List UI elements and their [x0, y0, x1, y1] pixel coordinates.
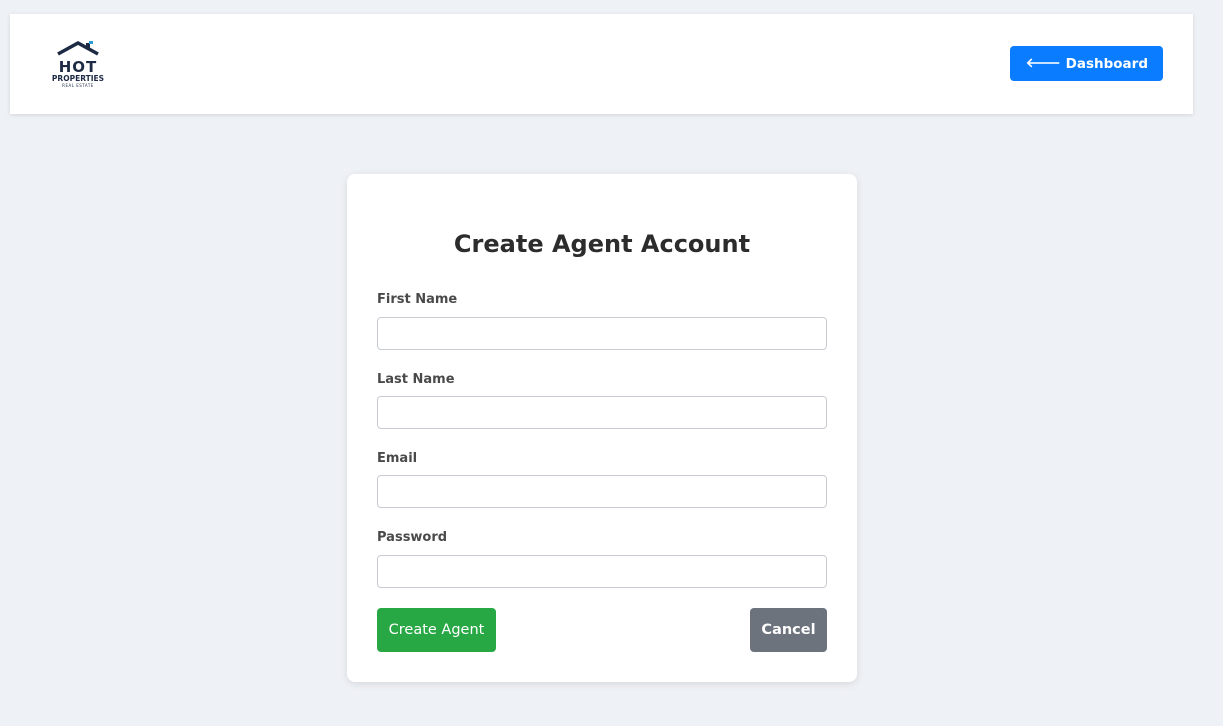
- password-label: Password: [377, 530, 448, 545]
- last-name-input[interactable]: [377, 396, 827, 429]
- first-name-label: First Name: [377, 292, 458, 307]
- create-agent-button[interactable]: Create Agent: [377, 608, 496, 652]
- last-name-label: Last Name: [377, 372, 455, 387]
- top-navbar: HOT PROPERTIES REAL ESTATE 🡐 Dashboard: [10, 14, 1193, 114]
- dashboard-button-label: Dashboard: [1065, 55, 1148, 72]
- email-input[interactable]: [377, 475, 827, 508]
- password-input[interactable]: [377, 555, 827, 588]
- logo-word-real-estate: REAL ESTATE: [62, 82, 94, 88]
- page-title: Create Agent Account: [453, 230, 751, 258]
- email-label: Email: [377, 451, 418, 466]
- brand-logo[interactable]: HOT PROPERTIES REAL ESTATE: [40, 24, 116, 104]
- cancel-button[interactable]: Cancel: [750, 608, 827, 652]
- logo-word-hot: HOT: [58, 57, 98, 76]
- dashboard-button[interactable]: 🡐 Dashboard: [1009, 46, 1163, 81]
- logo-word-properties: PROPERTIES: [51, 73, 105, 83]
- arrow-left-icon: 🡐: [1025, 56, 1061, 71]
- create-agent-card: Create Agent Account First Name Last Nam…: [347, 174, 857, 682]
- first-name-input[interactable]: [377, 317, 827, 350]
